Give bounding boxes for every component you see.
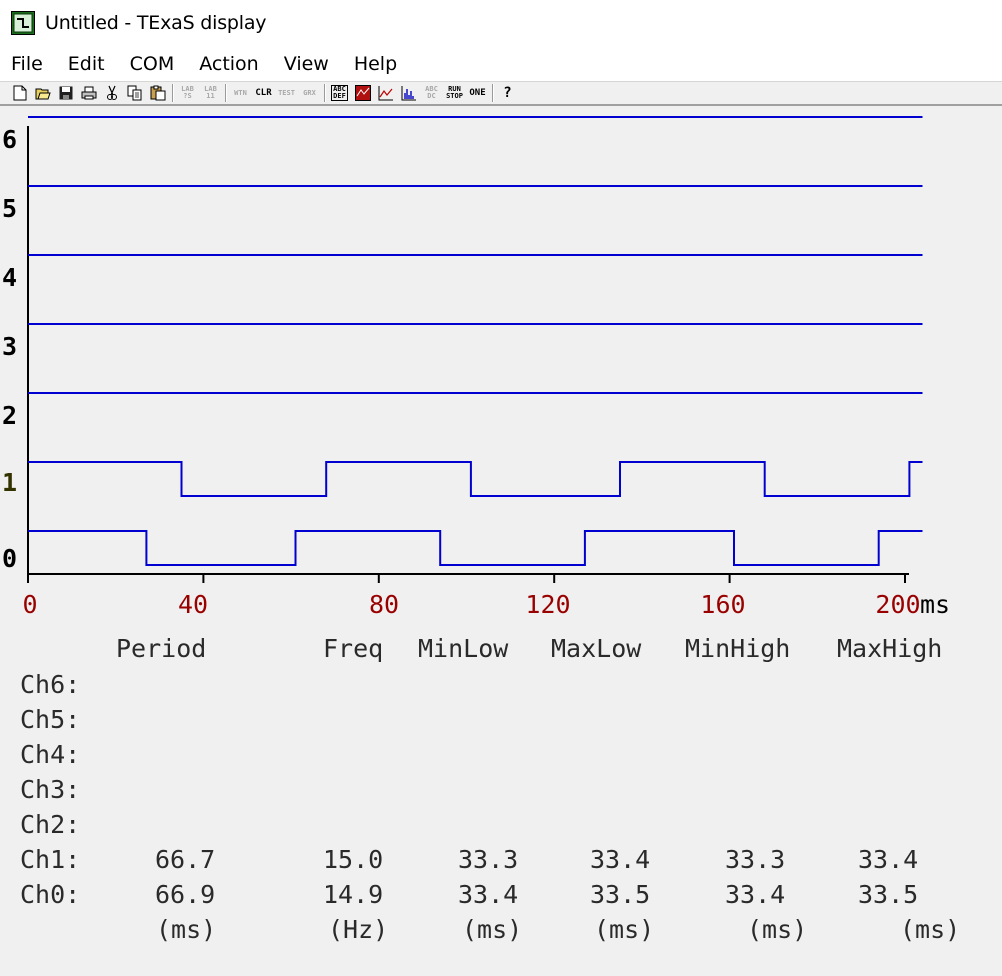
copy-icon[interactable] [123, 83, 146, 103]
channel-trace [28, 530, 923, 566]
x-tick-label: 80 [369, 590, 399, 619]
channel-label: 4 [2, 263, 17, 292]
lab-icon: LAB 11 [204, 85, 217, 100]
channel-label: 6 [2, 125, 17, 154]
print-icon[interactable] [77, 83, 100, 103]
stats-unit: (Hz) [328, 915, 389, 944]
channel-label: 1 [2, 468, 17, 497]
abc-dc-icon: ABC DC [425, 85, 438, 100]
x-tick-label: 120 [525, 590, 570, 619]
stats-header: MaxHigh [837, 634, 943, 663]
filter-icon: WTN [234, 88, 247, 97]
menu-com[interactable]: COM [130, 53, 175, 75]
x-tick-label: 40 [178, 590, 208, 619]
stats-value: 33.4 [725, 880, 786, 909]
histogram-icon[interactable] [397, 83, 420, 103]
stats-row-label: Ch5: [20, 705, 81, 734]
stats-row-label: Ch1: [20, 845, 81, 874]
abc-def-icon[interactable]: ABC DEF [328, 83, 351, 103]
menu-edit[interactable]: Edit [68, 53, 105, 75]
stats-row-label: Ch4: [20, 740, 81, 769]
stats-value: 33.3 [725, 845, 786, 874]
stats-value: 33.3 [458, 845, 519, 874]
stats-value: 33.4 [858, 845, 919, 874]
channel-label: 5 [2, 194, 17, 223]
menu-view[interactable]: View [284, 53, 329, 75]
title-bar: Untitled - TExaS display [0, 0, 1002, 46]
toolbar: LAB ?S LAB 11 WTN CLR TEST GRX ABC DEF ABC D… [0, 82, 1002, 106]
measurement-table: Period Freq MinLow MaxLow MinHigh MaxHigh Ch6:… [0, 628, 1002, 976]
stats-unit: (ms) [594, 915, 655, 944]
stats-header: Period [116, 634, 207, 663]
open-icon[interactable] [31, 83, 54, 103]
clear-icon[interactable]: CLR [252, 83, 275, 103]
menu-file[interactable]: File [11, 53, 43, 75]
stats-unit: (ms) [900, 915, 961, 944]
test-icon: TEST [278, 88, 295, 97]
stats-header: Freq [323, 634, 384, 663]
save-icon[interactable] [54, 83, 77, 103]
stats-value: 14.9 [323, 880, 384, 909]
menu-help[interactable]: Help [354, 53, 397, 75]
grader-icon: GRX [303, 88, 316, 97]
new-icon[interactable] [8, 83, 31, 103]
menu-action[interactable]: Action [199, 53, 259, 75]
stats-value: 33.5 [590, 880, 651, 909]
one-icon[interactable]: ONE [466, 83, 489, 103]
toolbar-separator [492, 84, 493, 102]
line-chart-icon[interactable] [374, 83, 397, 103]
stats-value: 15.0 [323, 845, 384, 874]
menu-bar: File Edit COM Action View Help [0, 46, 1002, 82]
window-title: Untitled - TExaS display [45, 12, 267, 34]
stats-header: MinHigh [685, 634, 791, 663]
channel-label: 3 [2, 332, 17, 361]
stats-row-label: Ch6: [20, 670, 81, 699]
stats-value: 66.9 [155, 880, 216, 909]
stats-header: MaxLow [551, 634, 642, 663]
channel-label: 2 [2, 401, 17, 430]
stats-unit: (ms) [156, 915, 217, 944]
logic-analyzer-plot: 0 40 80 120 160 200 ms 0 1 2 3 4 5 6 [0, 108, 1002, 628]
x-tick-label: 0 [22, 590, 37, 619]
channel-trace [28, 461, 923, 497]
stats-value: 33.4 [590, 845, 651, 874]
x-tick-label: 200 [875, 590, 920, 619]
toolbar-separator [225, 84, 226, 102]
toolbar-separator [172, 84, 173, 102]
run-stop-icon[interactable]: RUN STOP [443, 83, 466, 103]
stats-row-label: Ch3: [20, 775, 81, 804]
stats-value: 33.4 [458, 880, 519, 909]
channel-label: 0 [2, 544, 17, 573]
cut-icon[interactable] [100, 83, 123, 103]
paste-icon[interactable] [146, 83, 169, 103]
x-tick-label: 160 [700, 590, 745, 619]
stats-header: MinLow [418, 634, 509, 663]
lab-icon: LAB ?S [181, 85, 194, 100]
app-icon [11, 11, 35, 35]
toolbar-separator [324, 84, 325, 102]
help-icon[interactable]: ? [496, 83, 519, 103]
x-axis-unit-label: ms [920, 590, 950, 619]
stats-value: 66.7 [155, 845, 216, 874]
stats-unit: (ms) [747, 915, 808, 944]
stats-unit: (ms) [462, 915, 523, 944]
plot-svg: 0 40 80 120 160 200 ms 0 1 2 3 4 5 6 [2, 116, 950, 619]
record-icon[interactable] [351, 83, 374, 103]
stats-row-label: Ch2: [20, 810, 81, 839]
stats-value: 33.5 [858, 880, 919, 909]
stats-row-label: Ch0: [20, 880, 81, 909]
